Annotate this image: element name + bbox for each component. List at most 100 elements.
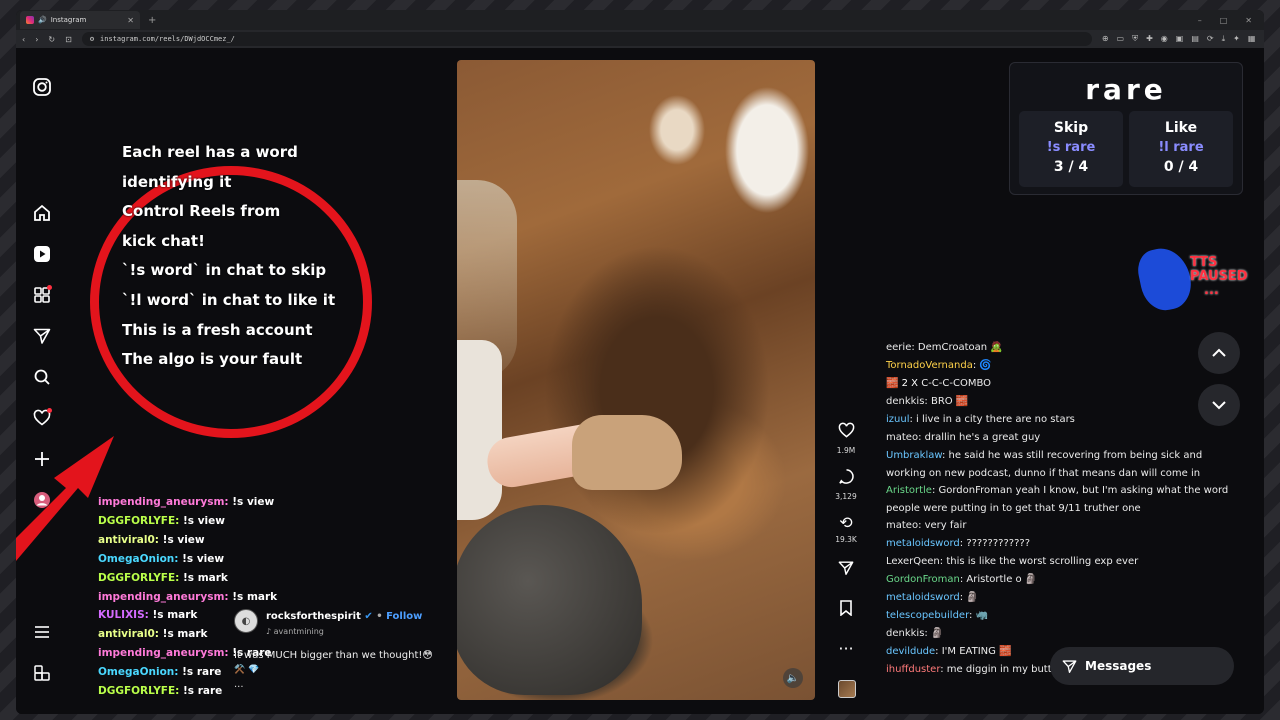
- like-count: 1.9M: [836, 446, 856, 455]
- chat-message: OmegaOnion: !s view: [98, 550, 398, 569]
- like-count-vote: 0 / 4: [1163, 159, 1199, 175]
- menu-icon[interactable]: ☰: [1263, 34, 1264, 44]
- download-icon[interactable]: ⤓: [1222, 34, 1226, 44]
- site-info-icon[interactable]: ⚙: [90, 35, 94, 43]
- puzzle-icon[interactable]: ✦: [1233, 34, 1240, 44]
- chat-message: impending_aneurysm: !s view: [98, 493, 398, 512]
- comment-icon: [834, 468, 858, 489]
- save-action[interactable]: [834, 600, 858, 620]
- author-username[interactable]: rocksforthespirit: [266, 611, 361, 622]
- cast-icon[interactable]: ▭: [1117, 34, 1125, 44]
- video-sleeve: [457, 340, 502, 520]
- tab-bar: 🔊 Instagram ✕ + – □ ✕: [16, 10, 1264, 30]
- chat-username: TornadoVernanda: [886, 360, 973, 371]
- caption-more-link[interactable]: ...: [234, 679, 244, 690]
- chat-username: Aristortle: [886, 485, 932, 497]
- shield-icon[interactable]: ⛨: [1132, 34, 1138, 44]
- tts-mascot-icon: [1134, 243, 1196, 315]
- chat-text: : I'M EATING 🧱: [935, 646, 1012, 658]
- url-field[interactable]: ⚙ instagram.com/reels/DWjdOCCmez_/: [81, 32, 1092, 46]
- follow-button[interactable]: Follow: [386, 611, 422, 622]
- new-tab-button[interactable]: +: [148, 15, 156, 26]
- send-icon[interactable]: [30, 324, 54, 348]
- post-caption: It was MUCH bigger than we thought!😳: [234, 650, 433, 661]
- chat-username: LexerQeen: [886, 556, 940, 568]
- audio-icon: ♪: [266, 627, 272, 636]
- like-action[interactable]: 1.9M: [834, 422, 858, 455]
- like-command: !l rare: [1158, 140, 1204, 155]
- forward-icon[interactable]: ›: [35, 35, 38, 44]
- also-from-meta-icon[interactable]: [30, 661, 54, 685]
- chat-text: !s view: [232, 496, 275, 508]
- chat-username: mateo: [886, 432, 919, 443]
- extension-icon[interactable]: ▦: [1248, 34, 1256, 44]
- chat-message: DGGFORLYFE: !s rare: [98, 682, 398, 701]
- window-controls: – □ ✕: [1198, 16, 1264, 25]
- chat-text: C-C-C-COMBO: [918, 378, 992, 389]
- skip-count: 3 / 4: [1053, 159, 1089, 175]
- chat-username: OmegaOnion:: [98, 552, 179, 565]
- more-options-icon[interactable]: ···: [834, 640, 858, 658]
- minimize-button[interactable]: –: [1198, 16, 1202, 25]
- chat-username: OmegaOnion:: [98, 666, 179, 679]
- chat-username: GordonFroman: [886, 574, 960, 586]
- zoom-icon[interactable]: ⊕: [1102, 34, 1109, 44]
- chat-text: : Aristortle o 🗿: [959, 574, 1038, 586]
- bookmark-icon[interactable]: ⊡: [65, 35, 72, 44]
- extension-icon[interactable]: ▤: [1191, 34, 1199, 44]
- stream-instructions: Each reel has a word identifying it Cont…: [122, 138, 372, 375]
- reel-video[interactable]: 🔈: [457, 60, 815, 700]
- chat-message: izuul: i live in a city there are no sta…: [886, 411, 1236, 429]
- sidebar-nav: [16, 48, 68, 714]
- chat-username: impending_aneurysm:: [98, 496, 229, 508]
- instruction-line: identifying it: [122, 172, 232, 191]
- chat-message: metaloidsword: 🗿: [886, 589, 1236, 607]
- close-window-button[interactable]: ✕: [1245, 16, 1252, 25]
- send-icon: [1062, 659, 1077, 673]
- author-row: rocksforthespirit ✔ • Follow: [266, 611, 423, 622]
- extension-icon[interactable]: ◉: [1161, 34, 1168, 44]
- tab-instagram[interactable]: 🔊 Instagram ✕: [20, 11, 140, 29]
- messages-label: Messages: [1085, 659, 1152, 673]
- comment-count: 3,129: [835, 492, 857, 501]
- volume-icon[interactable]: 🔈: [783, 668, 803, 688]
- reload-icon[interactable]: ↻: [48, 35, 55, 44]
- extension-icon[interactable]: ✚: [1146, 34, 1153, 44]
- instruction-line: This is a fresh account: [122, 320, 313, 339]
- audio-thumbnail[interactable]: [838, 680, 856, 698]
- audio-row[interactable]: ♪ avantmining: [266, 627, 324, 636]
- instruction-line: `!s word` in chat to skip: [122, 261, 327, 280]
- chat-text: !s mark: [162, 628, 208, 641]
- heart-icon[interactable]: [30, 406, 54, 430]
- messages-button[interactable]: Messages: [1050, 647, 1234, 685]
- instagram-logo-icon[interactable]: [30, 75, 54, 99]
- chat-username: Umbraklaw: [886, 450, 942, 461]
- chat-text: : me diggin in my butt: [940, 664, 1052, 676]
- explore-icon[interactable]: [30, 283, 54, 307]
- more-menu-icon[interactable]: [30, 620, 54, 644]
- repost-action[interactable]: ⟲ 19.3K: [834, 514, 858, 545]
- skip-label: Skip: [1053, 120, 1089, 136]
- close-tab-icon[interactable]: ✕: [127, 16, 134, 25]
- chat-message: GordonFroman: Aristortle o 🗿: [886, 571, 1236, 589]
- tab-title: Instagram: [50, 16, 87, 24]
- tts-label: TTS PAUSED ...: [1190, 255, 1248, 298]
- search-icon[interactable]: [30, 365, 54, 389]
- home-icon[interactable]: [30, 201, 54, 225]
- chat-text: : BRO 🧱: [924, 396, 969, 407]
- extension-icon[interactable]: ▣: [1176, 34, 1184, 44]
- reels-icon[interactable]: [30, 242, 54, 266]
- chat-username: denkkis: [886, 628, 925, 640]
- author-avatar[interactable]: ◐: [234, 609, 258, 633]
- chat-username: metaloidsword: [886, 538, 960, 550]
- sync-icon[interactable]: ⟳: [1207, 34, 1214, 44]
- skip-command: !s rare: [1046, 140, 1096, 155]
- back-icon[interactable]: ‹: [22, 35, 25, 44]
- chat-username: metaloidsword: [886, 592, 960, 604]
- share-action[interactable]: [834, 560, 858, 580]
- maximize-button[interactable]: □: [1220, 16, 1228, 25]
- chat-message: telescopebuilder: 🦏: [886, 607, 1236, 625]
- comment-action[interactable]: 3,129: [834, 468, 858, 501]
- address-bar: ‹ › ↻ ⊡ ⚙ instagram.com/reels/DWjdOCCmez…: [16, 30, 1264, 48]
- like-label: Like: [1164, 120, 1198, 136]
